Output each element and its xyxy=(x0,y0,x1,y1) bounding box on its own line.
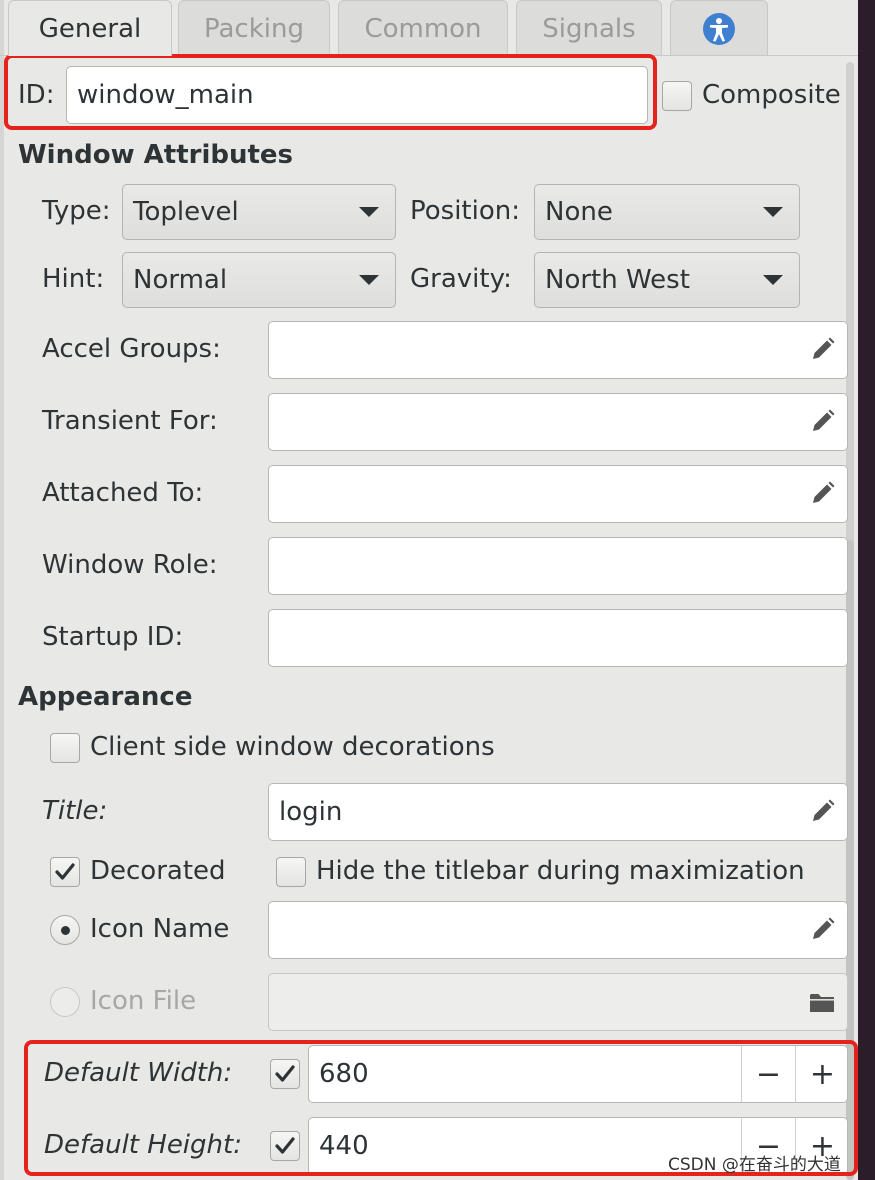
hide-titlebar-checkbox[interactable] xyxy=(276,857,306,887)
edit-pencil-icon[interactable] xyxy=(807,407,837,437)
startup-id-label: Startup ID: xyxy=(42,622,184,652)
tab-packing-label: Packing xyxy=(203,13,304,44)
icon-file-field[interactable] xyxy=(268,973,848,1031)
accel-groups-label: Accel Groups: xyxy=(42,334,221,364)
gravity-combo[interactable]: North West xyxy=(534,252,800,308)
accessibility-icon xyxy=(703,12,735,45)
tab-signals[interactable]: Signals xyxy=(516,0,662,56)
gravity-combo-value: North West xyxy=(545,265,690,295)
attached-to-label: Attached To: xyxy=(42,478,204,508)
csd-label: Client side window decorations xyxy=(90,732,495,762)
icon-name-field[interactable] xyxy=(268,901,848,959)
window-attributes-heading: Window Attributes xyxy=(18,140,294,170)
composite-checkbox[interactable] xyxy=(662,81,692,111)
hint-label: Hint: xyxy=(42,264,105,294)
edit-pencil-icon[interactable] xyxy=(807,479,837,509)
edit-pencil-icon[interactable] xyxy=(807,335,837,365)
transient-for-label: Transient For: xyxy=(42,406,218,436)
tab-accessibility[interactable] xyxy=(670,0,768,56)
watermark: CSDN @在奋斗的大道 xyxy=(668,1155,841,1175)
position-combo-value: None xyxy=(545,197,613,227)
icon-name-label: Icon Name xyxy=(90,914,230,944)
attached-to-field[interactable] xyxy=(268,465,848,523)
folder-icon[interactable] xyxy=(807,987,837,1017)
gravity-label: Gravity: xyxy=(410,264,512,294)
tab-common[interactable]: Common xyxy=(338,0,508,56)
radio-selected-dot xyxy=(61,926,70,935)
accel-groups-field[interactable] xyxy=(268,321,848,379)
decorated-checkbox[interactable] xyxy=(50,857,80,887)
hide-titlebar-label: Hide the titlebar during maximization xyxy=(316,856,805,886)
tab-common-label: Common xyxy=(364,13,482,44)
type-combo-value: Toplevel xyxy=(133,197,239,227)
csd-checkbox[interactable] xyxy=(50,733,80,763)
edit-pencil-icon[interactable] xyxy=(807,797,837,827)
chevron-down-icon xyxy=(763,275,783,285)
checkmark-icon xyxy=(55,863,75,880)
type-label: Type: xyxy=(42,196,111,226)
edit-pencil-icon[interactable] xyxy=(807,915,837,945)
composite-label: Composite xyxy=(702,80,841,110)
icon-file-label: Icon File xyxy=(90,986,197,1016)
window-role-label: Window Role: xyxy=(42,550,218,580)
appearance-heading: Appearance xyxy=(18,682,193,712)
title-input[interactable]: login xyxy=(268,783,848,841)
panel-right-edge xyxy=(858,0,875,1180)
position-combo[interactable]: None xyxy=(534,184,800,240)
title-label: Title: xyxy=(42,796,108,826)
transient-for-field[interactable] xyxy=(268,393,848,451)
window-role-input[interactable] xyxy=(268,537,848,595)
decorated-label: Decorated xyxy=(90,856,226,886)
title-value: login xyxy=(279,797,343,827)
chevron-down-icon xyxy=(359,207,379,217)
tab-general-label: General xyxy=(38,13,142,44)
startup-id-input[interactable] xyxy=(268,609,848,667)
id-highlight-box xyxy=(4,54,657,130)
type-combo[interactable]: Toplevel xyxy=(122,184,396,240)
tab-packing[interactable]: Packing xyxy=(178,0,330,56)
chevron-down-icon xyxy=(763,207,783,217)
icon-file-radio[interactable] xyxy=(50,987,80,1017)
tab-signals-label: Signals xyxy=(542,13,636,44)
panel-left-edge xyxy=(0,0,4,1180)
chevron-down-icon xyxy=(359,275,379,285)
hint-combo-value: Normal xyxy=(133,265,228,295)
position-label: Position: xyxy=(410,196,520,226)
icon-name-radio[interactable] xyxy=(50,915,80,945)
hint-combo[interactable]: Normal xyxy=(122,252,396,308)
tab-general[interactable]: General xyxy=(8,0,172,56)
